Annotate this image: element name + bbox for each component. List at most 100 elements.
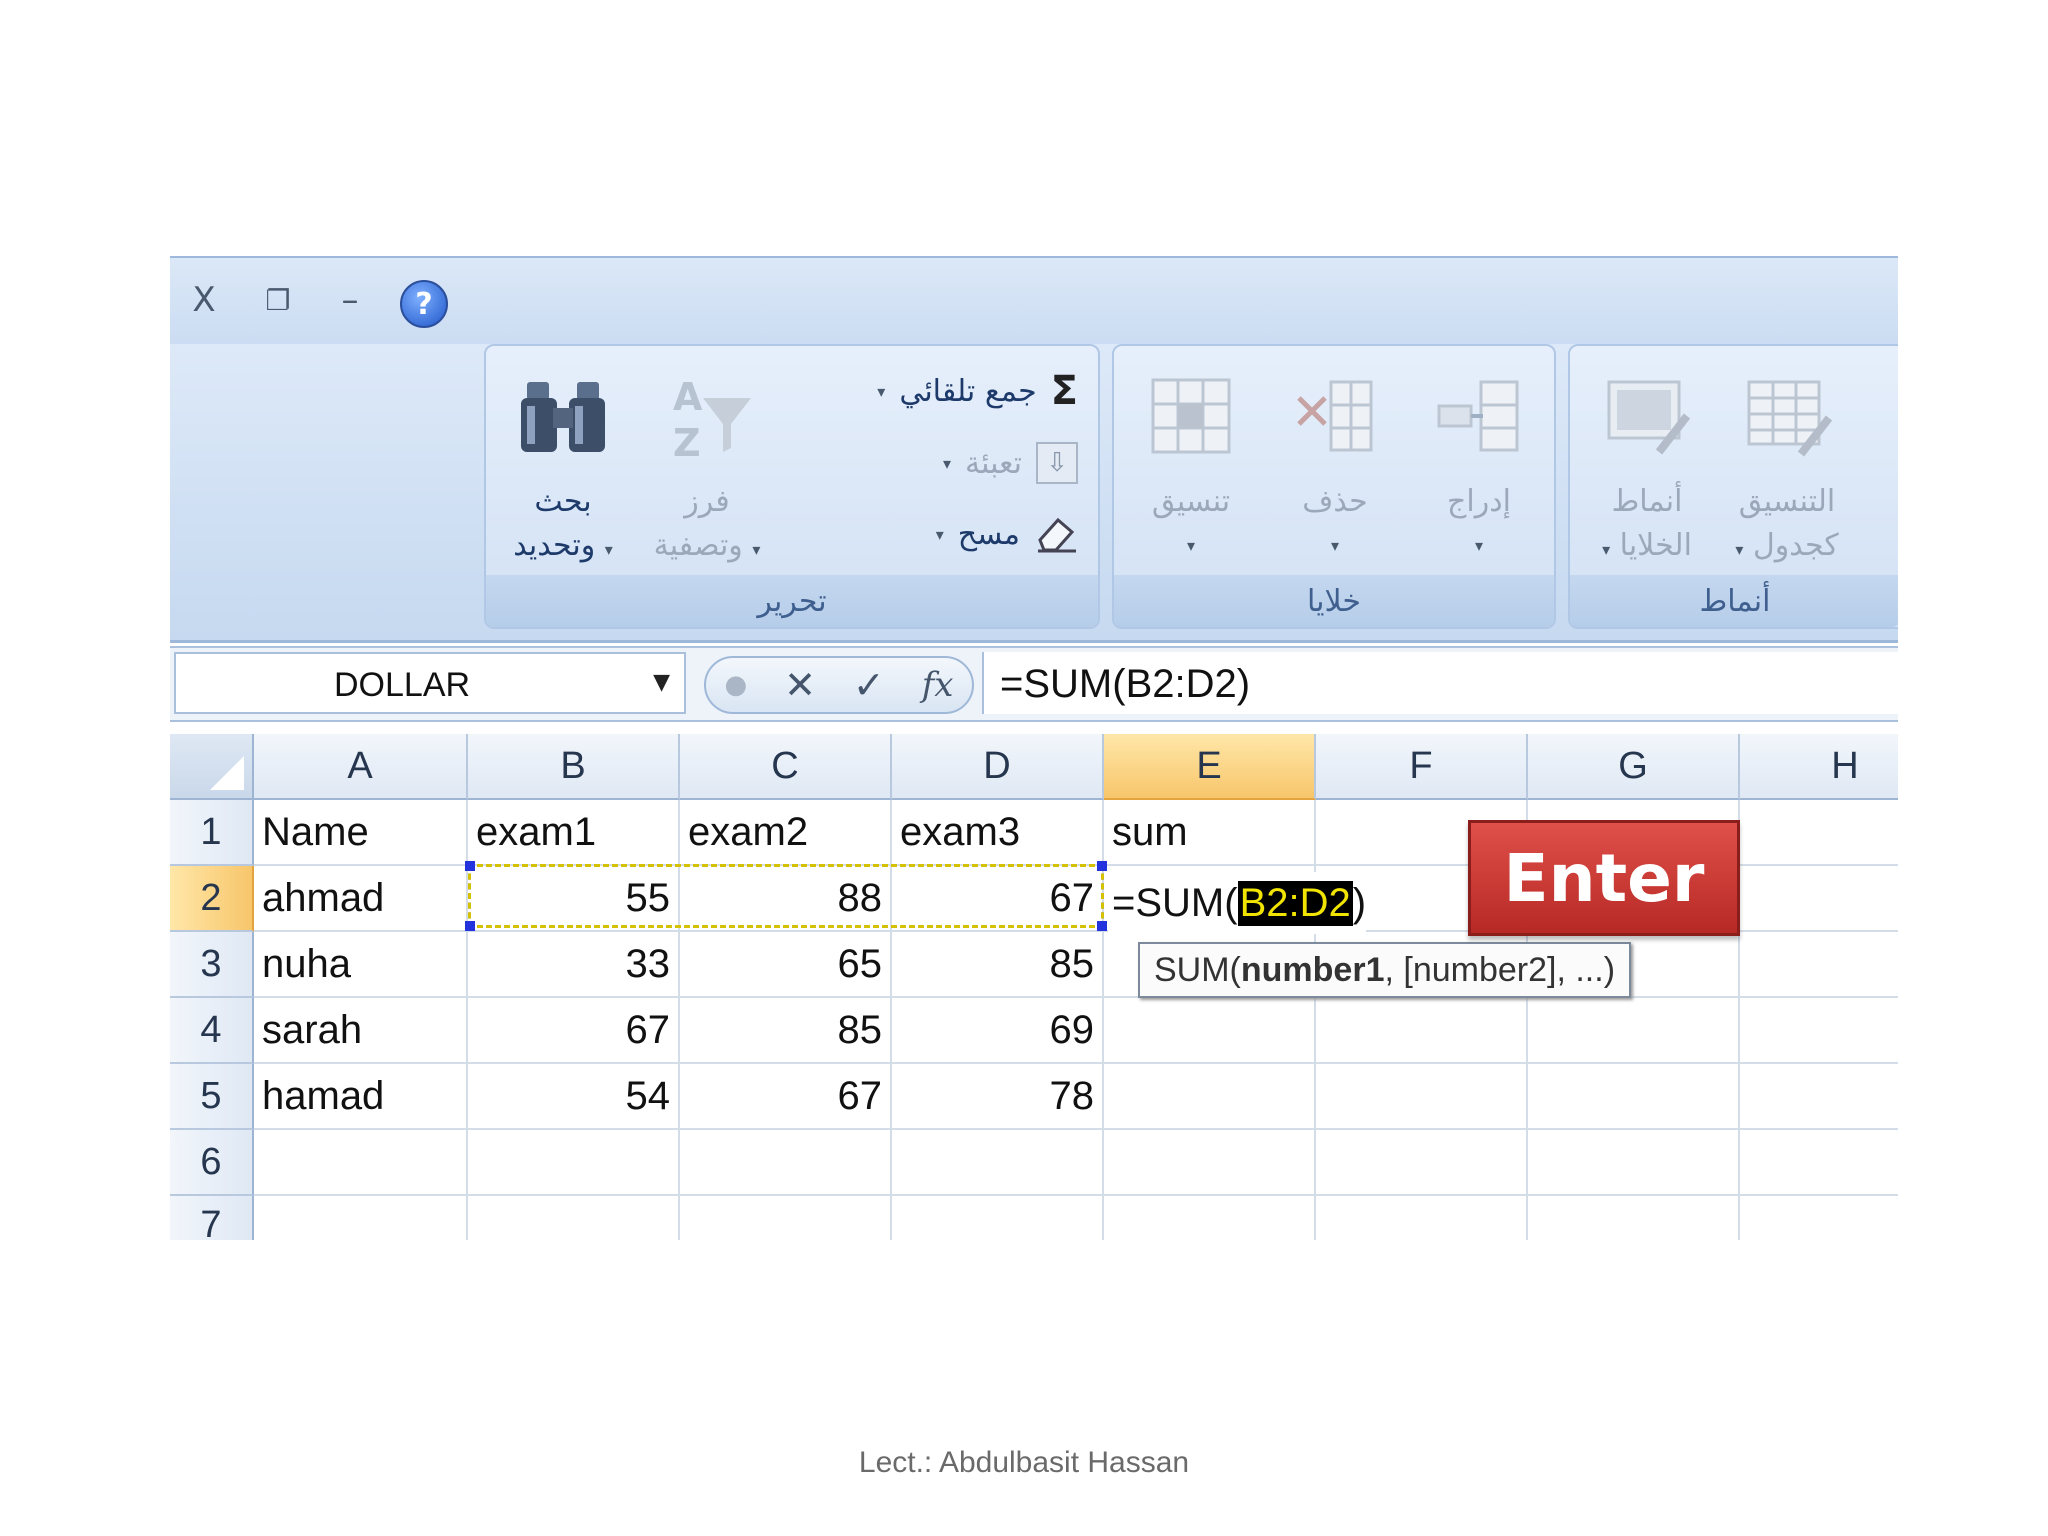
column-header-g[interactable]: G: [1528, 734, 1740, 800]
editor-range-ref: B2:D2: [1237, 880, 1353, 926]
cell-h6[interactable]: [1740, 1130, 1898, 1196]
row-header-4[interactable]: 4: [170, 998, 254, 1064]
ribbon: بحث وتحديد ▾ A Z فرز وتصفية ▾ Σ جمع تلقا…: [170, 344, 1898, 643]
styles-group: أنماط ▾ الخلايا التنسيق ▾ كجدول أنماط: [1568, 344, 1898, 629]
cell-a4[interactable]: sarah: [254, 998, 468, 1064]
help-icon[interactable]: ?: [400, 280, 448, 328]
column-header-b[interactable]: B: [468, 734, 680, 800]
cell-e2-editor[interactable]: =SUM(B2:D2): [1108, 872, 1367, 934]
cell-h4[interactable]: [1740, 998, 1898, 1064]
cell-d4[interactable]: 69: [892, 998, 1104, 1064]
insert-cells-button[interactable]: إدراج ▾: [1404, 368, 1554, 568]
tooltip-rest: , [number2], ...): [1384, 950, 1616, 989]
cell-a1[interactable]: Name: [254, 800, 468, 866]
name-box[interactable]: DOLLAR ▼: [174, 652, 686, 714]
format-cells-button[interactable]: تنسيق ▾: [1116, 368, 1266, 568]
cell-g5[interactable]: [1528, 1064, 1740, 1130]
cell-c6[interactable]: [680, 1130, 892, 1196]
tooltip-arg1[interactable]: number1: [1241, 951, 1385, 990]
cell-e1[interactable]: sum: [1104, 800, 1316, 866]
row-header-1[interactable]: 1: [170, 800, 254, 866]
cell-d1[interactable]: exam3: [892, 800, 1104, 866]
cell-e7[interactable]: [1104, 1196, 1316, 1240]
cell-d2[interactable]: 67: [892, 866, 1104, 932]
find-select-button[interactable]: بحث وتحديد ▾: [488, 368, 638, 572]
autosum-button[interactable]: Σ جمع تلقائي ▾: [877, 368, 1078, 414]
cell-c2[interactable]: 88: [680, 866, 892, 932]
format-as-table-button[interactable]: التنسيق ▾ كجدول: [1712, 368, 1862, 572]
cell-c5[interactable]: 67: [680, 1064, 892, 1130]
column-header-e[interactable]: E: [1104, 734, 1316, 800]
cell-d7[interactable]: [892, 1196, 1104, 1240]
column-header-a[interactable]: A: [254, 734, 468, 800]
cell-b6[interactable]: [468, 1130, 680, 1196]
cell-a2[interactable]: ahmad: [254, 866, 468, 932]
cell-c4[interactable]: 85: [680, 998, 892, 1064]
cell-c3[interactable]: 65: [680, 932, 892, 998]
sort-filter-button[interactable]: A Z فرز وتصفية ▾: [632, 368, 782, 572]
cell-a6[interactable]: [254, 1130, 468, 1196]
cell-h1[interactable]: [1740, 800, 1898, 866]
cell-b2[interactable]: 55: [468, 866, 680, 932]
minimize-icon[interactable]: –: [330, 280, 370, 320]
cell-d3[interactable]: 85: [892, 932, 1104, 998]
cell-f6[interactable]: [1316, 1130, 1528, 1196]
cell-f7[interactable]: [1316, 1196, 1528, 1240]
cells-group: تنسيق ▾ حذف ▾ إدراج ▾ خلايا: [1112, 344, 1556, 629]
column-header-h[interactable]: H: [1740, 734, 1898, 800]
cell-d6[interactable]: [892, 1130, 1104, 1196]
cell-h7[interactable]: [1740, 1196, 1898, 1240]
cell-c7[interactable]: [680, 1196, 892, 1240]
cell-b3[interactable]: 33: [468, 932, 680, 998]
cell-e4[interactable]: [1104, 998, 1316, 1064]
row-header-6[interactable]: 6: [170, 1130, 254, 1196]
cell-c1[interactable]: exam2: [680, 800, 892, 866]
delete-cells-button[interactable]: حذف ▾: [1260, 368, 1410, 568]
cell-b5[interactable]: 54: [468, 1064, 680, 1130]
cell-styles-button[interactable]: أنماط ▾ الخلايا: [1572, 368, 1722, 572]
cell-h2[interactable]: [1740, 866, 1898, 932]
insert-function-button[interactable]: fx: [922, 665, 954, 705]
row-header-7[interactable]: 7: [170, 1196, 254, 1240]
name-box-dropdown-icon[interactable]: ▼: [653, 670, 670, 695]
restore-icon[interactable]: ❐: [258, 280, 298, 320]
clear-dropdown-icon: ▾: [935, 524, 944, 544]
cell-e5[interactable]: [1104, 1064, 1316, 1130]
column-header-f[interactable]: F: [1316, 734, 1528, 800]
editor-prefix: =SUM(: [1112, 880, 1238, 925]
cell-b7[interactable]: [468, 1196, 680, 1240]
row-header-5[interactable]: 5: [170, 1064, 254, 1130]
editing-group: بحث وتحديد ▾ A Z فرز وتصفية ▾ Σ جمع تلقا…: [484, 344, 1100, 629]
select-all-button[interactable]: [170, 734, 254, 800]
insert-label: إدراج: [1447, 484, 1511, 519]
cell-e6[interactable]: [1104, 1130, 1316, 1196]
cell-g4[interactable]: [1528, 998, 1740, 1064]
cancel-formula-button[interactable]: ✕: [784, 663, 816, 707]
fill-button[interactable]: ⇩ تعبئة ▾: [943, 442, 1078, 484]
row-header-3[interactable]: 3: [170, 932, 254, 998]
cell-f5[interactable]: [1316, 1064, 1528, 1130]
cell-h5[interactable]: [1740, 1064, 1898, 1130]
close-icon[interactable]: X: [184, 280, 224, 320]
cell-a5[interactable]: hamad: [254, 1064, 468, 1130]
column-header-c[interactable]: C: [680, 734, 892, 800]
cell-b4[interactable]: 67: [468, 998, 680, 1064]
enter-formula-button[interactable]: ✓: [853, 663, 885, 707]
cell-h3[interactable]: [1740, 932, 1898, 998]
cell-g7[interactable]: [1528, 1196, 1740, 1240]
format-as-table-label-2: ▾ كجدول: [1735, 528, 1839, 563]
clear-button[interactable]: مسح ▾: [936, 514, 1078, 554]
column-header-d[interactable]: D: [892, 734, 1104, 800]
cell-d5[interactable]: 78: [892, 1064, 1104, 1130]
cell-f4[interactable]: [1316, 998, 1528, 1064]
format-dropdown-icon: ▾: [1186, 536, 1196, 555]
cell-a3[interactable]: nuha: [254, 932, 468, 998]
format-cells-icon: [1151, 378, 1231, 454]
cell-b1[interactable]: exam1: [468, 800, 680, 866]
insert-dropdown-icon: ▾: [1474, 536, 1484, 555]
formula-input[interactable]: =SUM(B2:D2): [982, 652, 1898, 714]
cell-g6[interactable]: [1528, 1130, 1740, 1196]
row-header-2[interactable]: 2: [170, 866, 254, 932]
format-as-table-label-1: التنسيق: [1738, 484, 1836, 519]
cell-a7[interactable]: [254, 1196, 468, 1240]
